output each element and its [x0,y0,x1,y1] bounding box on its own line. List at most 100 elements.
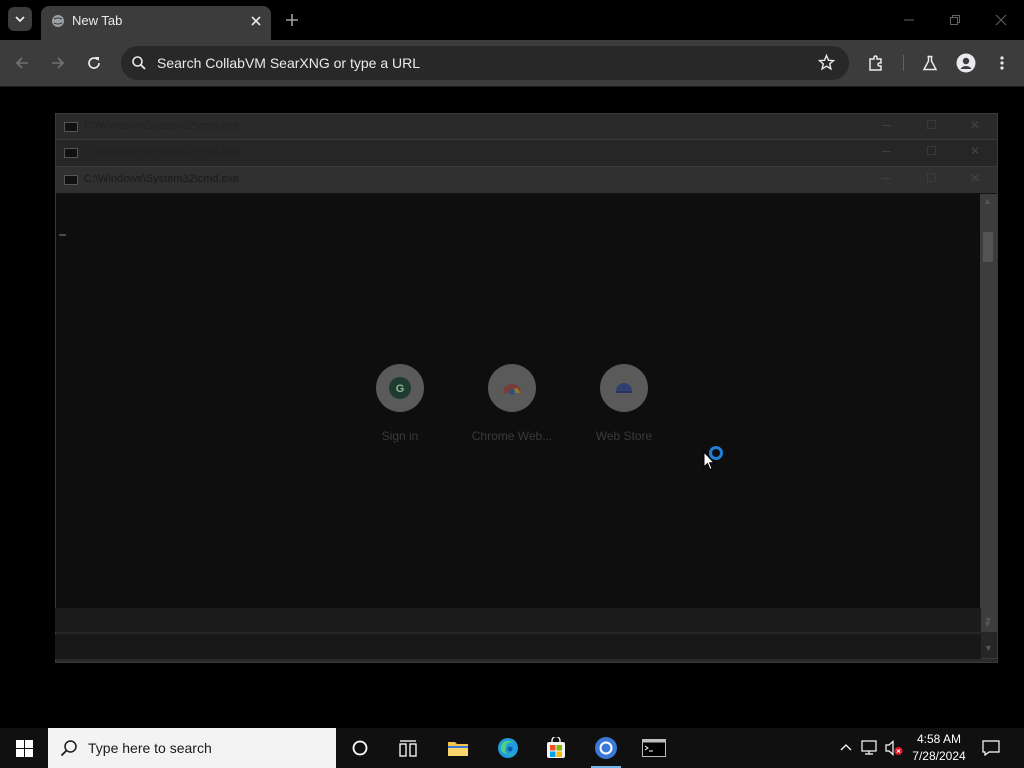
cmd-minimize-button[interactable]: ─ [882,144,891,158]
shortcut-tile[interactable]: Web Store [569,364,679,450]
clock-date: 7/28/2024 [912,749,966,763]
close-icon [995,14,1007,26]
notification-icon [982,740,1000,756]
chrome-taskbar-button[interactable] [582,728,630,768]
extensions-button[interactable] [864,51,888,75]
edge-icon [498,738,518,758]
more-vert-icon [1000,56,1004,70]
taskbar: 4:58 AM 7/28/2024 [0,728,1024,768]
close-window-button[interactable] [986,8,1016,32]
taskbar-search-box[interactable] [48,728,336,768]
globe-icon [52,15,64,27]
edge-button[interactable] [484,728,532,768]
task-view-button[interactable] [384,728,432,768]
cmd-close-button[interactable]: ✕ [970,118,980,132]
cmd-maximize-button[interactable]: ☐ [926,171,937,185]
tab-title: New Tab [72,13,123,28]
browser-toolbar [0,40,1024,86]
volume-muted-icon [885,740,903,756]
windows-logo-icon [15,739,33,757]
clock-time: 4:58 AM [916,732,962,746]
chrome-icon [595,737,617,759]
cmd-title-bar[interactable]: C:\Windows\System32\cmd.exe ─ ☐ ✕ [56,114,997,140]
cmd-window-lower-edge [55,608,981,632]
omnibox[interactable] [121,46,849,80]
tab-new-tab[interactable]: New Tab [41,6,271,40]
taskbar-clock[interactable]: 4:58 AM 7/28/2024 [904,731,974,765]
labs-button[interactable] [918,51,942,75]
shortcut-glyph: G [396,383,405,395]
tab-search-button[interactable] [8,7,32,31]
cmd-icon [64,148,78,158]
folder-icon [448,742,468,756]
cortana-button[interactable] [336,728,384,768]
scroll-thumb[interactable] [983,232,993,262]
start-button[interactable] [0,728,48,768]
profile-button[interactable] [954,51,978,75]
close-icon [251,16,261,26]
scroll-up-icon[interactable]: ▲ [983,196,992,206]
minimize-button[interactable] [894,8,924,32]
cmd-taskbar-button[interactable] [630,728,678,768]
microsoft-store-button[interactable] [532,728,580,768]
forward-button[interactable] [46,51,70,75]
new-tab-button[interactable] [282,10,302,30]
cmd-title-bar[interactable]: C:\Windows\System32\cmd.exe ─ ☐ ✕ [56,140,997,166]
task-view-icon [399,740,417,757]
cmd-close-button[interactable]: ✕ [970,144,980,158]
arrow-left-icon [15,57,28,69]
cmd-maximize-button[interactable]: ☐ [926,144,937,158]
chrome-menu-button[interactable] [990,51,1014,75]
chevron-up-icon [840,744,852,751]
shortcut-icon-circle [488,364,536,412]
cmd-icon [64,175,78,185]
shortcut-label: Sign in [381,429,419,443]
volume-button[interactable] [885,739,903,757]
toolbar-separator [903,55,904,71]
scroll-down-icon[interactable]: ▼ [984,615,993,625]
chrome-web-store-icon [503,384,521,395]
store-bag-icon [547,737,565,758]
reload-button[interactable] [82,51,106,75]
shortcut-tile[interactable]: Chrome Web... [457,364,567,450]
plus-icon [286,14,298,26]
shortcut-icon-circle [600,364,648,412]
cmd-scrollbar[interactable]: ▲ ▼ [980,194,997,631]
google-account-icon: G [389,377,411,399]
notifications-button[interactable] [982,739,1000,757]
search-icon [60,740,77,757]
network-icon [861,740,877,755]
cmd-title-bar[interactable]: C:\Windows\System32\cmd.exe ─ ☐ ✕ [56,167,997,193]
cmd-minimize-button[interactable]: ─ [882,171,891,185]
puzzle-icon [869,55,882,71]
show-hidden-icons-button[interactable] [837,739,855,757]
cmd-minimize-button[interactable]: ─ [882,118,891,132]
shortcut-icon-circle: G [376,364,424,412]
scroll-down-icon[interactable]: ▼ [984,643,993,653]
file-explorer-button[interactable] [434,728,482,768]
terminal-icon [642,739,666,757]
network-button[interactable] [861,739,879,757]
web-store-icon [616,383,632,393]
shortcut-tile[interactable]: G Sign in [345,364,455,450]
toolbar-divider [0,86,1024,87]
tab-strip: New Tab [0,0,1024,40]
cmd-maximize-button[interactable]: ☐ [926,118,937,132]
close-tab-button[interactable] [246,11,266,31]
cmd-window-lower-edge [55,634,981,659]
console-cursor [59,234,66,236]
taskbar-search-input[interactable] [88,739,328,757]
search-icon [132,56,146,70]
restore-button[interactable] [940,8,970,32]
shortcut-label: Chrome Web... [471,429,553,443]
account-icon [956,53,976,73]
cmd-window-title: C:\Windows\System32\cmd.exe [84,146,240,158]
cortana-circle-icon [352,740,368,756]
cmd-close-button[interactable]: ✕ [970,171,980,185]
back-button[interactable] [10,51,34,75]
restore-icon [950,15,960,25]
cmd-window-title: C:\Windows\System32\cmd.exe [84,173,240,185]
omnibox-input[interactable] [157,53,757,73]
bookmark-star-icon[interactable] [818,54,835,71]
arrow-right-icon [52,57,65,69]
